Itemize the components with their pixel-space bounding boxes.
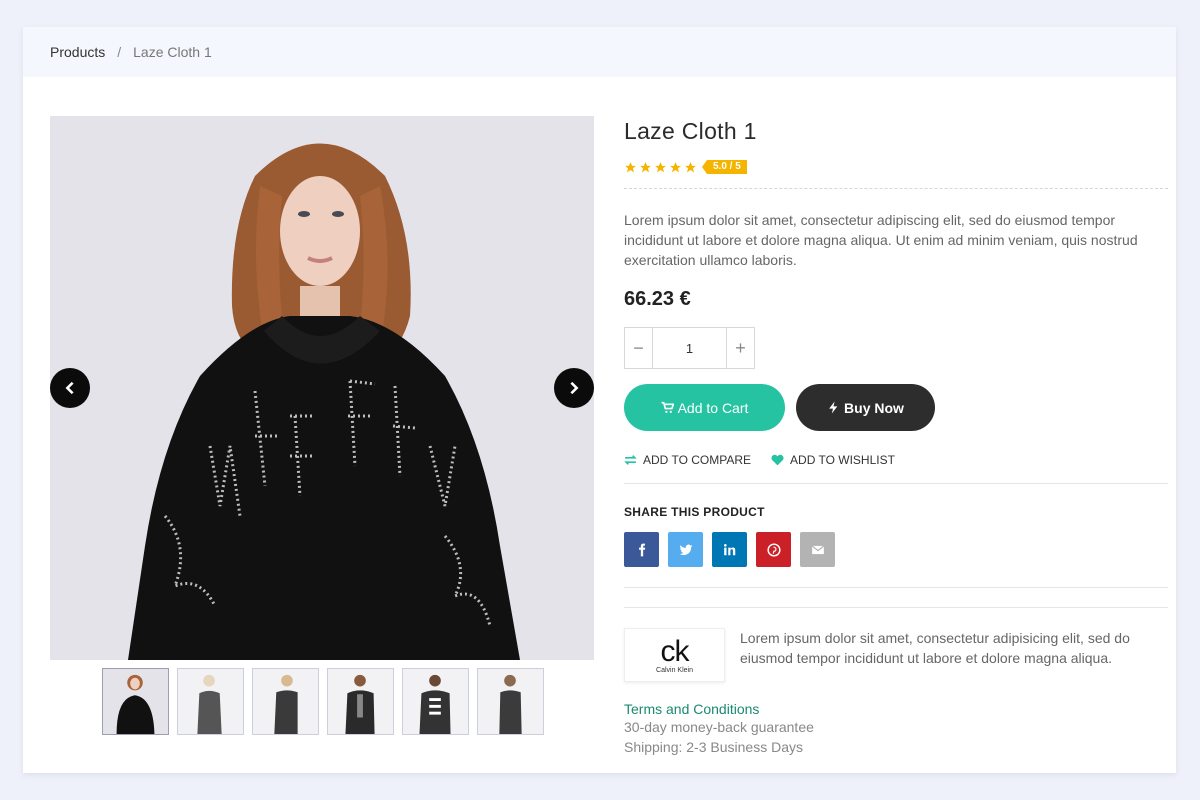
add-to-compare-label: ADD TO COMPARE [643, 453, 752, 467]
add-to-wishlist-link[interactable]: ADD TO WISHLIST [771, 453, 895, 467]
product-title: Laze Cloth 1 [624, 118, 757, 144]
breadcrumb-current: Laze Cloth 1 [133, 44, 212, 60]
thumbnail-5[interactable] [402, 668, 469, 735]
brand-logo-name: Calvin Klein [656, 666, 693, 674]
thumbnail-6[interactable] [477, 668, 544, 735]
breadcrumb-separator: / [117, 44, 122, 60]
share-facebook-button[interactable] [624, 532, 659, 567]
lightning-icon [829, 401, 838, 414]
shipping-text: Shipping: 2-3 Business Days [624, 739, 803, 755]
quantity-increase-button[interactable]: + [727, 328, 754, 368]
terms-link[interactable]: Terms and Conditions [624, 701, 1168, 717]
divider [624, 188, 1168, 189]
cart-icon [661, 401, 674, 413]
guarantee-text: 30-day money-back guarantee [624, 719, 814, 735]
star-rating [624, 161, 697, 174]
share-pinterest-button[interactable] [756, 532, 791, 567]
share-twitter-button[interactable] [668, 532, 703, 567]
share-email-button[interactable] [800, 532, 835, 567]
star-icon [625, 161, 636, 172]
thumbnail-2[interactable] [177, 668, 244, 735]
purchase-actions: Add to Cart Buy Now [624, 384, 1168, 431]
quantity-decrease-button[interactable]: − [625, 328, 652, 368]
thumbnail-strip [102, 668, 544, 735]
secondary-actions: ADD TO COMPARE ADD TO WISHLIST [624, 453, 1168, 467]
chevron-right-icon [570, 381, 579, 395]
twitter-icon [679, 544, 692, 555]
star-icon [685, 161, 696, 172]
star-icon [655, 161, 666, 172]
buy-now-button[interactable]: Buy Now [796, 384, 935, 431]
breadcrumb: Products / Laze Cloth 1 [23, 27, 1176, 77]
facebook-icon [638, 543, 645, 556]
quantity-input[interactable] [652, 328, 727, 368]
breadcrumb-link-products[interactable]: Products [50, 44, 105, 60]
product-main-image[interactable] [50, 116, 594, 660]
previous-image-button[interactable] [50, 368, 90, 408]
rating: 5.0 / 5 [624, 159, 1168, 175]
next-image-button[interactable] [554, 368, 594, 408]
add-to-wishlist-label: ADD TO WISHLIST [790, 453, 895, 467]
share-title: SHARE THIS PRODUCT [624, 505, 765, 519]
product-price: 66.23 € [624, 288, 691, 310]
share-linkedin-button[interactable] [712, 532, 747, 567]
compare-arrows-icon [624, 455, 637, 465]
envelope-icon [811, 544, 824, 554]
add-to-cart-button[interactable]: Add to Cart [624, 384, 785, 431]
pinterest-icon [766, 542, 781, 557]
share-buttons [624, 532, 1168, 567]
product-info: Laze Cloth 1 5.0 / 5 Lorem ipsum dolor s… [624, 116, 1168, 757]
heart-icon [771, 454, 784, 466]
quantity-stepper: − + [624, 327, 755, 369]
divider [624, 587, 1168, 588]
product-photo [50, 116, 594, 660]
product-description: Lorem ipsum dolor sit amet, consectetur … [624, 212, 1138, 268]
brand-description: Lorem ipsum dolor sit amet, consectetur … [740, 630, 1130, 666]
thumbnail-1[interactable] [102, 668, 169, 735]
brand-logo[interactable]: ck Calvin Klein [624, 628, 725, 682]
star-icon [670, 161, 681, 172]
product-card: Products / Laze Cloth 1 Laze Cloth 1 5.0… [23, 27, 1176, 773]
divider [624, 483, 1168, 484]
brand-logo-mark: ck [660, 634, 690, 668]
brand-section: ck Calvin Klein Lorem ipsum dolor sit am… [624, 628, 1168, 682]
add-to-cart-label: Add to Cart [677, 399, 749, 416]
divider [624, 607, 1168, 608]
star-icon [640, 161, 651, 172]
thumbnail-3[interactable] [252, 668, 319, 735]
linkedin-icon [723, 543, 735, 555]
rating-badge: 5.0 / 5 [702, 160, 747, 174]
chevron-left-icon [65, 381, 74, 395]
thumbnail-4[interactable] [327, 668, 394, 735]
add-to-compare-link[interactable]: ADD TO COMPARE [624, 453, 751, 467]
buy-now-label: Buy Now [844, 399, 904, 416]
